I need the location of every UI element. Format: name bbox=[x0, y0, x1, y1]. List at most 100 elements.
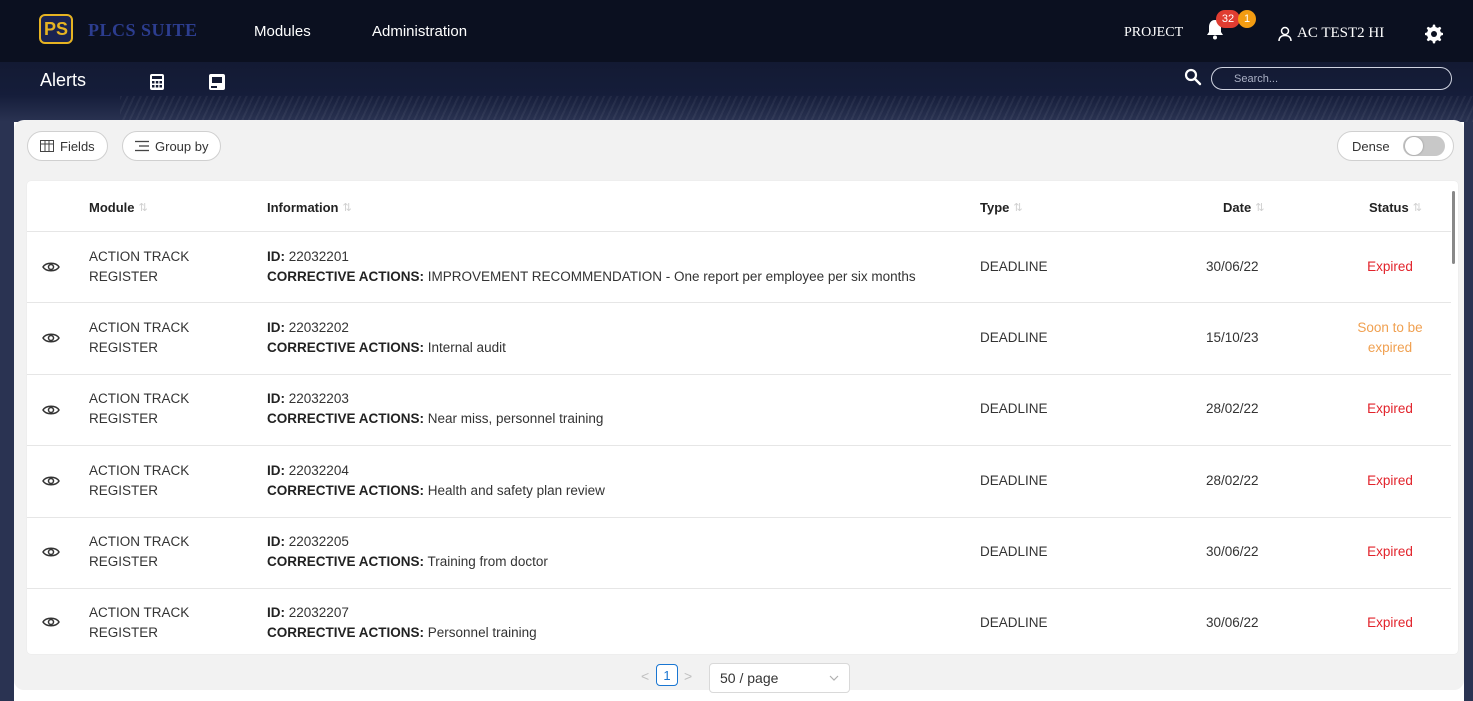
eye-icon[interactable] bbox=[42, 545, 60, 559]
page-title: Alerts bbox=[40, 70, 87, 90]
information-cell: ID: 22032207 CORRECTIVE ACTIONS: Personn… bbox=[267, 603, 967, 643]
eye-icon[interactable] bbox=[42, 403, 60, 417]
info-label: CORRECTIVE ACTIONS: bbox=[267, 483, 425, 498]
sort-icon[interactable]: ⇅ bbox=[139, 201, 148, 214]
id-label: ID: bbox=[267, 605, 285, 620]
eye-icon[interactable] bbox=[42, 331, 60, 345]
column-label: Date bbox=[1223, 200, 1252, 215]
column-label: Status bbox=[1369, 200, 1409, 215]
table-icon bbox=[40, 140, 54, 152]
id-label: ID: bbox=[267, 534, 285, 549]
type-cell: DEADLINE bbox=[980, 259, 1048, 274]
dense-toggle-knob[interactable] bbox=[1405, 137, 1423, 155]
table-scrollbar[interactable] bbox=[1452, 191, 1455, 264]
status-cell: Expired bbox=[1367, 544, 1413, 559]
module-cell: ACTION TRACK REGISTER bbox=[89, 318, 239, 358]
logo-text[interactable]: PLCS SUITE bbox=[88, 20, 198, 41]
information-cell: ID: 22032204 CORRECTIVE ACTIONS: Health … bbox=[267, 461, 967, 501]
project-menu[interactable]: PROJECT bbox=[1124, 25, 1183, 41]
user-icon[interactable] bbox=[1278, 26, 1292, 42]
module-line: ACTION TRACK bbox=[89, 605, 190, 620]
list-icon bbox=[135, 140, 149, 152]
group-by-label: Group by bbox=[155, 138, 209, 154]
pdf-icon[interactable] bbox=[207, 72, 227, 92]
date-cell: 28/02/22 bbox=[1206, 401, 1259, 416]
row-divider bbox=[27, 445, 1451, 446]
module-line: ACTION TRACK bbox=[89, 249, 190, 264]
info-value: Health and safety plan review bbox=[427, 483, 605, 498]
status-cell: Expired bbox=[1367, 615, 1413, 630]
column-header-status[interactable]: Status ⇅ bbox=[1369, 200, 1422, 215]
row-divider bbox=[27, 374, 1451, 375]
module-cell: ACTION TRACK REGISTER bbox=[89, 389, 239, 429]
user-name[interactable]: AC TEST2 HI bbox=[1297, 25, 1384, 42]
chevron-left-icon[interactable]: < bbox=[641, 668, 649, 684]
calculator-icon[interactable] bbox=[147, 72, 167, 92]
warning-count-badge[interactable]: 1 bbox=[1238, 10, 1256, 28]
type-cell: DEADLINE bbox=[980, 473, 1048, 488]
module-cell: ACTION TRACK REGISTER bbox=[89, 532, 239, 572]
type-cell: DEADLINE bbox=[980, 401, 1048, 416]
status-cell: Expired bbox=[1367, 401, 1413, 416]
column-label: Information bbox=[267, 200, 339, 215]
id-value: 22032203 bbox=[288, 391, 349, 406]
header-texture bbox=[120, 96, 1473, 122]
fields-button[interactable]: Fields bbox=[27, 131, 108, 161]
info-value: Personnel training bbox=[427, 625, 537, 640]
gear-icon[interactable] bbox=[1424, 24, 1444, 44]
search-input[interactable] bbox=[1211, 67, 1452, 90]
chevron-right-icon[interactable]: > bbox=[684, 668, 692, 684]
status-cell: Soon to be expired bbox=[1357, 320, 1423, 355]
info-label: CORRECTIVE ACTIONS: bbox=[267, 625, 425, 640]
column-label: Type bbox=[980, 200, 1010, 215]
info-label: CORRECTIVE ACTIONS: bbox=[267, 340, 425, 355]
date-cell: 30/06/22 bbox=[1206, 259, 1259, 274]
page-number-button[interactable]: 1 bbox=[656, 664, 678, 686]
status-cell: Expired bbox=[1367, 473, 1413, 488]
column-header-information[interactable]: Information ⇅ bbox=[267, 200, 352, 215]
type-cell: DEADLINE bbox=[980, 330, 1048, 345]
column-header-module[interactable]: Module ⇅ bbox=[89, 200, 148, 215]
nav-modules[interactable]: Modules bbox=[254, 23, 311, 40]
module-line: REGISTER bbox=[89, 340, 159, 355]
column-label: Module bbox=[89, 200, 135, 215]
module-line: ACTION TRACK bbox=[89, 534, 190, 549]
column-header-date[interactable]: Date ⇅ bbox=[1223, 200, 1264, 215]
eye-icon[interactable] bbox=[42, 474, 60, 488]
info-value: Internal audit bbox=[427, 340, 506, 355]
module-line: REGISTER bbox=[89, 625, 159, 640]
module-cell: ACTION TRACK REGISTER bbox=[89, 603, 239, 643]
status-cell: Expired bbox=[1367, 259, 1413, 274]
sort-icon[interactable]: ⇅ bbox=[1013, 201, 1022, 214]
module-line: REGISTER bbox=[89, 483, 159, 498]
page-size-value: 50 / page bbox=[720, 670, 779, 686]
row-divider bbox=[27, 588, 1451, 589]
sort-icon[interactable]: ⇅ bbox=[1255, 201, 1264, 214]
module-cell: ACTION TRACK REGISTER bbox=[89, 247, 239, 287]
eye-icon[interactable] bbox=[42, 260, 60, 274]
module-line: ACTION TRACK bbox=[89, 320, 190, 335]
search-icon[interactable] bbox=[1184, 68, 1202, 86]
information-cell: ID: 22032201 CORRECTIVE ACTIONS: IMPROVE… bbox=[267, 247, 967, 287]
row-divider bbox=[27, 517, 1451, 518]
sort-icon[interactable]: ⇅ bbox=[343, 201, 352, 214]
header-divider bbox=[27, 231, 1451, 232]
sort-icon[interactable]: ⇅ bbox=[1413, 201, 1422, 214]
module-line: REGISTER bbox=[89, 269, 159, 284]
module-line: ACTION TRACK bbox=[89, 463, 190, 478]
id-value: 22032204 bbox=[288, 463, 349, 478]
column-header-type[interactable]: Type ⇅ bbox=[980, 200, 1023, 215]
info-label: CORRECTIVE ACTIONS: bbox=[267, 269, 425, 284]
module-line: ACTION TRACK bbox=[89, 391, 190, 406]
group-by-button[interactable]: Group by bbox=[122, 131, 222, 161]
info-value: Near miss, personnel training bbox=[427, 411, 604, 426]
info-label: CORRECTIVE ACTIONS: bbox=[267, 411, 425, 426]
logo-icon[interactable]: PS bbox=[39, 14, 73, 44]
nav-administration[interactable]: Administration bbox=[372, 23, 467, 40]
dense-label: Dense bbox=[1352, 138, 1390, 154]
eye-icon[interactable] bbox=[42, 615, 60, 629]
frame-right bbox=[1464, 122, 1473, 701]
date-cell: 30/06/22 bbox=[1206, 615, 1259, 630]
chevron-down-icon[interactable] bbox=[828, 672, 840, 684]
notification-count-badge[interactable]: 32 bbox=[1216, 10, 1240, 28]
